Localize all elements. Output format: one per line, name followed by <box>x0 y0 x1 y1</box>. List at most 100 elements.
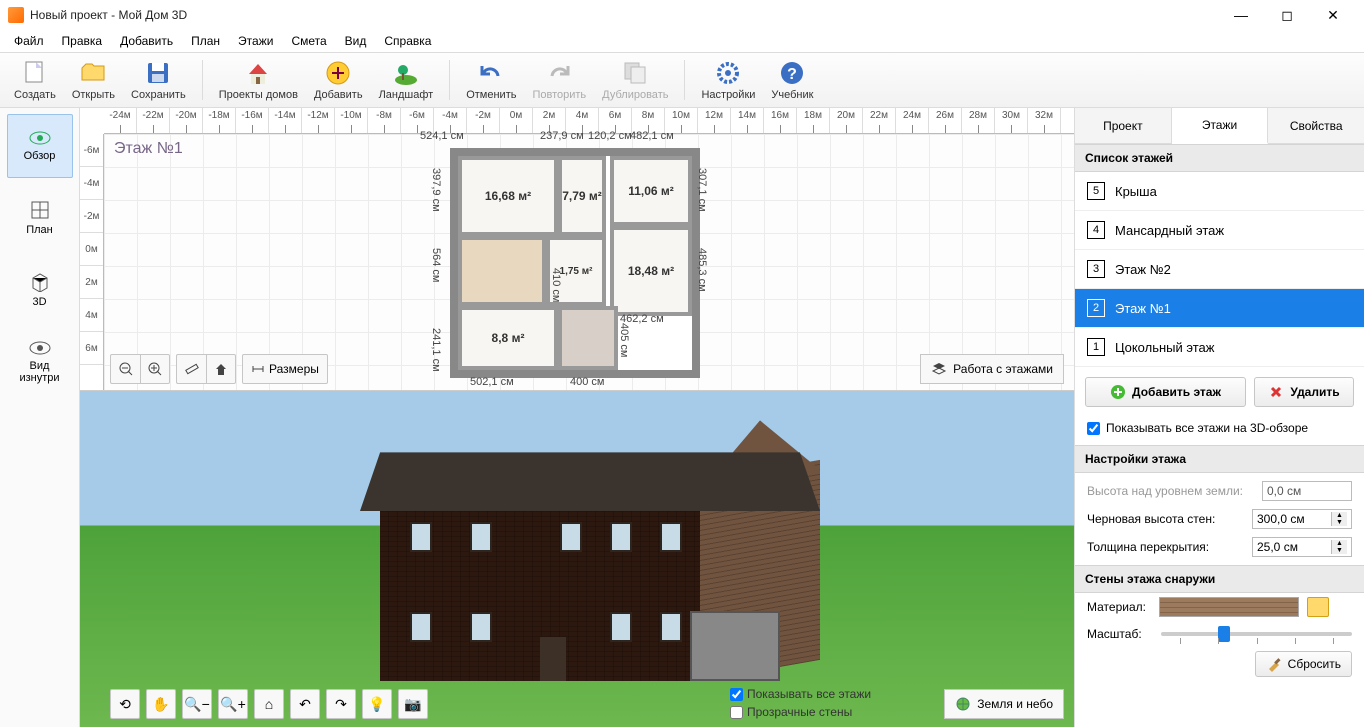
toolbar-undo[interactable]: Отменить <box>460 57 522 103</box>
room-c[interactable]: 11,06 м² <box>610 156 692 226</box>
menu-view[interactable]: Вид <box>337 32 375 50</box>
toolbar-duplicate[interactable]: Дублировать <box>596 57 674 103</box>
toolbar-open[interactable]: Открыть <box>66 57 121 103</box>
slab-thickness-input[interactable]: ▲▼ <box>1252 537 1352 557</box>
add-floor-button[interactable]: Добавить этаж <box>1085 377 1246 407</box>
menu-bar: Файл Правка Добавить План Этажи Смета Ви… <box>0 30 1364 52</box>
toolbar-add[interactable]: Добавить <box>308 57 369 103</box>
ruler-vertical: -6м-4м-2м0м2м4м6м <box>80 134 104 390</box>
zoom-in-3d-button[interactable]: 🔍+ <box>218 689 248 719</box>
room-b[interactable]: 7,79 м² <box>558 156 606 236</box>
zoom-in-button[interactable] <box>140 354 170 384</box>
undo-icon <box>477 59 505 87</box>
view-overview-button[interactable]: Обзор <box>7 114 73 178</box>
fit-button[interactable]: ⌂ <box>254 689 284 719</box>
right-panel: Проект Этажи Свойства Список этажей 5Кры… <box>1074 108 1364 727</box>
show-all-floors-check[interactable]: Показывать все этажи <box>730 685 871 703</box>
orbit-icon: ⟲ <box>119 696 131 713</box>
toolbar-settings[interactable]: Настройки <box>695 57 761 103</box>
toolbar-redo[interactable]: Повторить <box>526 57 592 103</box>
scale-slider[interactable] <box>1161 632 1352 636</box>
house-icon <box>244 59 272 87</box>
show-all-floors-3d-check[interactable]: Показывать все этажи на 3D-обзоре <box>1075 417 1364 445</box>
dimensions-icon <box>251 362 265 376</box>
eye-icon <box>29 340 51 356</box>
view-inside-button[interactable]: Вид изнутри <box>7 330 73 394</box>
camera-button[interactable]: 📷 <box>398 689 428 719</box>
browse-material-button[interactable] <box>1307 597 1329 617</box>
view3d-toolbar: ⟲ ✋ 🔍− 🔍+ ⌂ ↶ ↷ 💡 📷 <box>110 689 428 719</box>
maximize-button[interactable]: ◻ <box>1264 0 1310 30</box>
toolbar-tutorial[interactable]: ? Учебник <box>765 57 819 103</box>
house-model <box>360 411 820 691</box>
floor-settings-header: Настройки этажа <box>1075 445 1364 473</box>
plan-toolbar: Размеры <box>110 354 328 384</box>
tab-properties[interactable]: Свойства <box>1268 108 1364 143</box>
floorplan[interactable]: 16,68 м² 7,79 м² 11,06 м² 18,48 м² 1,75 … <box>450 148 700 378</box>
brush-icon <box>1266 656 1282 672</box>
room-bed[interactable] <box>558 306 618 370</box>
floor-item-1[interactable]: 2Этаж №1 <box>1075 289 1364 328</box>
rotate-right-button[interactable]: ↷ <box>326 689 356 719</box>
toolbar-house-projects[interactable]: Проекты домов <box>213 57 304 103</box>
eye-icon <box>29 130 51 146</box>
tab-floors[interactable]: Этажи <box>1172 108 1269 144</box>
left-tool-panel: Обзор План 3D Вид изнутри <box>0 108 80 727</box>
rotate-left-button[interactable]: ↶ <box>290 689 320 719</box>
slider-thumb[interactable] <box>1218 626 1230 642</box>
folder-open-icon <box>79 59 107 87</box>
toolbar-separator <box>202 60 203 100</box>
tab-project[interactable]: Проект <box>1075 108 1172 143</box>
work-with-floors-button[interactable]: Работа с этажами <box>920 354 1064 384</box>
floor-item-attic[interactable]: 4Мансардный этаж <box>1075 211 1364 250</box>
view-plan-button[interactable]: План <box>7 186 73 250</box>
dimensions-button[interactable]: Размеры <box>242 354 328 384</box>
zoom-in-icon: 🔍+ <box>220 696 246 713</box>
room-d[interactable]: 18,48 м² <box>610 226 692 316</box>
title-bar: Новый проект - Мой Дом 3D — ◻ ✕ <box>0 0 1364 30</box>
measure-button[interactable] <box>176 354 206 384</box>
menu-help[interactable]: Справка <box>376 32 439 50</box>
menu-estimate[interactable]: Смета <box>283 32 334 50</box>
cube-icon <box>29 272 51 292</box>
transparent-walls-check[interactable]: Прозрачные стены <box>730 703 871 721</box>
wall-height-input[interactable]: ▲▼ <box>1252 509 1352 529</box>
menu-add[interactable]: Добавить <box>112 32 181 50</box>
toolbar-save[interactable]: Сохранить <box>125 57 192 103</box>
zoom-in-icon <box>147 361 163 377</box>
floor-item-roof[interactable]: 5Крыша <box>1075 172 1364 211</box>
room-living[interactable] <box>458 236 546 306</box>
ruler-icon <box>184 361 200 377</box>
layers-icon <box>931 361 947 377</box>
floor-item-2[interactable]: 3Этаж №2 <box>1075 250 1364 289</box>
floor-list: 5Крыша 4Мансардный этаж 3Этаж №2 2Этаж №… <box>1075 172 1364 367</box>
help-icon: ? <box>778 59 806 87</box>
floor-item-basement[interactable]: 1Цокольный этаж <box>1075 328 1364 367</box>
menu-edit[interactable]: Правка <box>54 32 111 50</box>
3d-viewport[interactable]: ⟲ ✋ 🔍− 🔍+ ⌂ ↶ ↷ 💡 📷 Показывать все этажи… <box>80 390 1074 727</box>
home-button[interactable] <box>206 354 236 384</box>
menu-file[interactable]: Файл <box>6 32 52 50</box>
material-swatch[interactable] <box>1159 597 1299 617</box>
menu-plan[interactable]: План <box>183 32 228 50</box>
reset-button[interactable]: Сбросить <box>1255 651 1352 677</box>
ground-sky-button[interactable]: Земля и небо <box>944 689 1064 719</box>
room-a[interactable]: 16,68 м² <box>458 156 558 236</box>
toolbar-new[interactable]: Создать <box>8 57 62 103</box>
minimize-button[interactable]: — <box>1218 0 1264 30</box>
view-3d-button[interactable]: 3D <box>7 258 73 322</box>
bulb-icon: 💡 <box>368 696 385 713</box>
pan-button[interactable]: ✋ <box>146 689 176 719</box>
light-button[interactable]: 💡 <box>362 689 392 719</box>
delete-floor-button[interactable]: Удалить <box>1254 377 1354 407</box>
zoom-out-3d-button[interactable]: 🔍− <box>182 689 212 719</box>
close-button[interactable]: ✕ <box>1310 0 1356 30</box>
duplicate-icon <box>621 59 649 87</box>
zoom-out-button[interactable] <box>110 354 140 384</box>
toolbar-landscape[interactable]: Ландшафт <box>373 57 440 103</box>
plan-viewport[interactable]: -24м-22м-20м-18м-16м-14м-12м-10м-8м-6м-4… <box>80 108 1074 390</box>
svg-text:?: ? <box>788 66 798 83</box>
room-f[interactable]: 8,8 м² <box>458 306 558 370</box>
menu-floors[interactable]: Этажи <box>230 32 281 50</box>
orbit-button[interactable]: ⟲ <box>110 689 140 719</box>
